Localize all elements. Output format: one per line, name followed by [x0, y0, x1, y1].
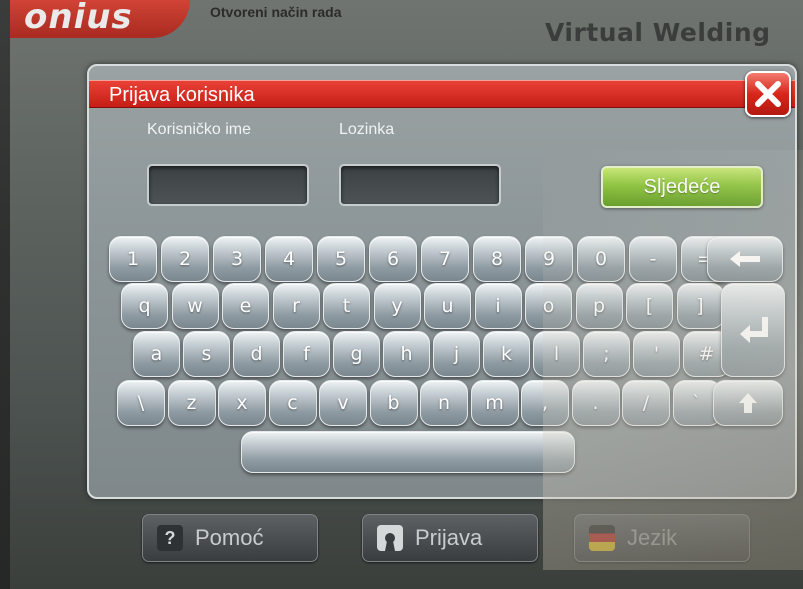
- key-1-4[interactable]: 4: [265, 236, 313, 282]
- backspace-key[interactable]: [707, 236, 783, 282]
- login-label: Prijava: [415, 525, 483, 550]
- key-3-7[interactable]: j: [433, 331, 480, 377]
- key-3-1[interactable]: a: [133, 331, 180, 377]
- username-field[interactable]: [147, 164, 309, 206]
- key-4-6[interactable]: b: [369, 380, 418, 426]
- key-1-6[interactable]: 6: [369, 236, 417, 282]
- key-2-8[interactable]: i: [474, 283, 522, 329]
- screen: onius Otvoreni način rada Virtual Weldin…: [10, 0, 803, 589]
- key-1-2[interactable]: 2: [161, 236, 209, 282]
- key-1-8[interactable]: 8: [473, 236, 521, 282]
- backspace-arrow-icon: [730, 251, 760, 267]
- login-button[interactable]: Prijava: [362, 514, 538, 562]
- key-4-9[interactable]: ,: [521, 380, 569, 426]
- close-button[interactable]: [745, 71, 791, 117]
- brand-title: Virtual Welding: [545, 18, 771, 47]
- key-2-11[interactable]: [: [626, 283, 673, 329]
- enter-key[interactable]: [721, 283, 785, 377]
- key-2-9[interactable]: o: [525, 283, 572, 329]
- key-4-5[interactable]: v: [319, 380, 367, 426]
- key-4-11[interactable]: /: [622, 380, 670, 426]
- login-dialog: Prijava korisnika Korisničko ime Lozinka…: [87, 64, 797, 499]
- close-icon: [755, 81, 781, 107]
- key-2-1[interactable]: q: [121, 283, 168, 329]
- key-3-9[interactable]: l: [533, 331, 580, 377]
- key-1-3[interactable]: 3: [213, 236, 261, 282]
- shift-key[interactable]: [713, 380, 783, 426]
- language-label: Jezik: [627, 525, 678, 550]
- dialog-title: Prijava korisnika: [89, 80, 795, 108]
- key-3-10[interactable]: ;: [583, 331, 630, 377]
- key-3-6[interactable]: h: [383, 331, 430, 377]
- key-1-1[interactable]: 1: [109, 236, 157, 282]
- next-button[interactable]: Sljedeće: [601, 166, 763, 208]
- shift-up-arrow-icon: [739, 393, 757, 413]
- key-3-3[interactable]: d: [233, 331, 280, 377]
- key-4-10[interactable]: .: [571, 380, 620, 426]
- password-field[interactable]: [339, 164, 501, 206]
- key-1-9[interactable]: 9: [525, 236, 573, 282]
- key-4-4[interactable]: c: [268, 380, 317, 426]
- help-label: Pomoć: [195, 525, 264, 550]
- password-label: Lozinka: [339, 121, 395, 138]
- help-button[interactable]: ? Pomoć: [142, 514, 318, 562]
- key-3-8[interactable]: k: [483, 331, 530, 377]
- enter-return-icon: [740, 317, 768, 343]
- key-1-5[interactable]: 5: [317, 236, 365, 282]
- key-2-12[interactable]: ]: [676, 283, 724, 329]
- key-2-10[interactable]: p: [575, 283, 623, 329]
- key-1-10[interactable]: 0: [577, 236, 625, 282]
- key-4-1[interactable]: \: [117, 380, 165, 426]
- key-3-5[interactable]: g: [333, 331, 380, 377]
- key-2-3[interactable]: e: [222, 283, 269, 329]
- key-2-6[interactable]: y: [373, 283, 421, 329]
- language-button[interactable]: Jezik: [574, 514, 750, 562]
- key-2-5[interactable]: t: [323, 283, 370, 329]
- fronius-logo: onius: [10, 0, 190, 38]
- key-2-7[interactable]: u: [424, 283, 471, 329]
- question-mark-icon: ?: [157, 525, 183, 551]
- key-2-4[interactable]: r: [272, 283, 320, 329]
- key-3-4[interactable]: f: [283, 331, 330, 377]
- key-3-11[interactable]: ': [633, 331, 680, 377]
- key-4-3[interactable]: x: [218, 380, 266, 426]
- key-4-7[interactable]: n: [420, 380, 468, 426]
- keyhole-icon: [377, 525, 403, 551]
- space-bar[interactable]: [241, 431, 575, 473]
- key-2-2[interactable]: w: [171, 283, 219, 329]
- username-label: Korisničko ime: [147, 121, 252, 138]
- key-1-7[interactable]: 7: [421, 236, 469, 282]
- key-4-8[interactable]: m: [470, 380, 519, 426]
- mode-label: Otvoreni način rada: [210, 4, 342, 20]
- key-3-2[interactable]: s: [183, 331, 230, 377]
- flags-icon: [589, 525, 615, 551]
- key-4-2[interactable]: z: [167, 380, 216, 426]
- key-1-11[interactable]: -: [629, 236, 677, 282]
